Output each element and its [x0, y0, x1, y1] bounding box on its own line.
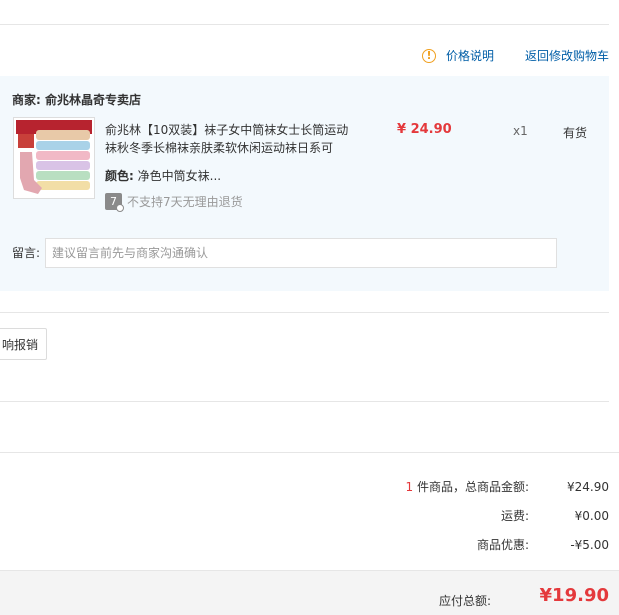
color-value: 净色中筒女袜... [137, 169, 222, 183]
info-icon: ! [421, 48, 436, 63]
product-title[interactable]: 俞兆林【10双装】袜子女中筒袜女士长筒运动袜秋冬季长棉袜亲肤柔软休闲运动袜日系可 [105, 121, 355, 157]
item-count: 1 [405, 480, 414, 494]
header-links: ! 价格说明 返回修改购物车 [421, 47, 609, 64]
total-bar [0, 570, 619, 615]
no-return-icon: 7 [105, 193, 124, 212]
product-quantity: x1 [513, 124, 528, 138]
message-input[interactable] [45, 238, 557, 268]
return-cart-link[interactable]: 返回修改购物车 [525, 47, 609, 64]
section-divider-2 [0, 401, 609, 402]
product-price: ¥ 24.90 [397, 122, 452, 137]
top-divider [0, 24, 609, 25]
product-image[interactable] [13, 117, 95, 199]
invoice-button-label: 响报销 [1, 337, 38, 352]
stock-status: 有货 [563, 126, 588, 140]
price-note-link[interactable]: 价格说明 [446, 47, 494, 64]
merchant-name[interactable]: 俞兆林晶奇专卖店 [45, 93, 141, 107]
merchant-label: 商家: [12, 93, 41, 107]
section-divider-1 [0, 312, 609, 313]
message-label: 留言: [12, 246, 41, 260]
discount-row: 商品优惠: -¥5.00 [477, 536, 609, 553]
total-label: 应付总额: [438, 594, 491, 608]
shipping-label: 运费: [500, 509, 529, 523]
product-color: 颜色: 净色中筒女袜... [105, 167, 221, 184]
discount-value: -¥5.00 [570, 537, 609, 552]
shipping-value: ¥0.00 [574, 508, 609, 523]
merchant-info: 商家: 俞兆林晶奇专卖店 [12, 91, 141, 108]
subtotal-value: ¥24.90 [567, 479, 609, 494]
total-value: ¥19.90 [539, 585, 609, 606]
return-policy: 7 不支持7天无理由退货 [105, 193, 243, 212]
section-divider-3 [0, 452, 619, 453]
item-count-suffix: 件商品，总商品金额: [413, 480, 529, 494]
color-label: 颜色: [105, 169, 134, 183]
socks-image [14, 118, 94, 198]
subtotal-label: 1 件商品，总商品金额: [406, 478, 530, 495]
return-policy-text: 不支持7天无理由退货 [127, 195, 243, 209]
invoice-button[interactable]: 响报销 [0, 328, 47, 360]
subtotal-row: 1 件商品，总商品金额: ¥24.90 [406, 478, 610, 495]
shipping-row: 运费: ¥0.00 [501, 507, 609, 524]
discount-label: 商品优惠: [476, 538, 529, 552]
return-icon-badge [116, 204, 124, 212]
